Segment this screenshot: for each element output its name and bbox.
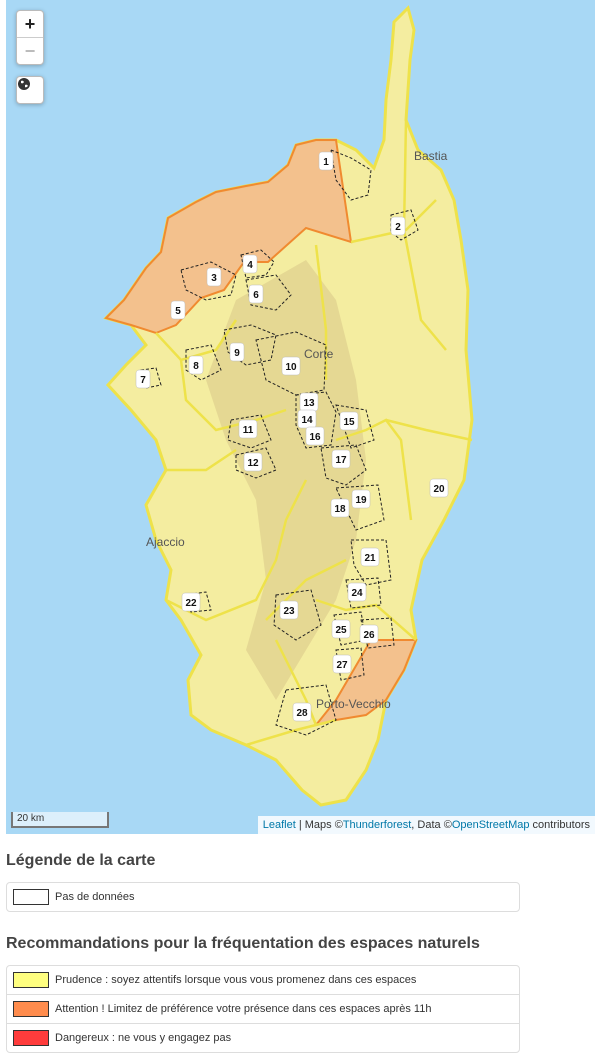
legend-row-no-data: Pas de données <box>7 883 519 911</box>
zone-marker[interactable]: 1 <box>318 151 334 171</box>
zone-marker[interactable]: 7 <box>135 369 151 389</box>
zoom-control: + − <box>16 10 44 65</box>
zone-marker-label: 11 <box>243 425 254 436</box>
zone-marker[interactable]: 4 <box>242 254 258 274</box>
zone-marker-label: 20 <box>433 484 445 495</box>
zone-marker-label: 25 <box>335 625 347 636</box>
prudence-swatch <box>13 972 49 988</box>
zone-marker[interactable]: 14 <box>297 409 317 429</box>
zone-marker-label: 14 <box>301 415 313 426</box>
zone-marker[interactable]: 3 <box>206 267 222 287</box>
layers-button[interactable] <box>16 76 44 104</box>
thunderforest-link[interactable]: Thunderforest <box>343 819 411 831</box>
zone-marker-label: 23 <box>283 606 295 617</box>
legend-box: Pas de données <box>6 882 520 912</box>
city-ajaccio: Ajaccio <box>146 535 185 549</box>
zone-marker-label: 8 <box>193 361 199 372</box>
zone-marker-label: 5 <box>175 306 181 317</box>
recommendations-title: Recommandations pour la fréquentation de… <box>6 935 480 952</box>
zone-marker[interactable]: 19 <box>351 489 371 509</box>
zone-marker[interactable]: 8 <box>188 355 204 375</box>
zone-marker-label: 13 <box>303 398 315 409</box>
zoom-in-button[interactable]: + <box>17 11 43 38</box>
legend-label: Attention ! Limitez de préférence votre … <box>55 1003 432 1015</box>
zone-marker-label: 1 <box>323 157 329 168</box>
dangereux-swatch <box>13 1030 49 1046</box>
city-corte: Corte <box>304 347 334 361</box>
attribution-text-1: | Maps © <box>295 819 343 831</box>
zone-marker-label: 12 <box>247 458 259 469</box>
zone-marker-label: 16 <box>309 432 321 443</box>
zone-marker[interactable]: 26 <box>359 624 379 644</box>
city-porto-vecchio: Porto-Vecchio <box>316 697 391 711</box>
zone-marker[interactable]: 24 <box>347 582 367 602</box>
zone-marker[interactable]: 9 <box>229 342 245 362</box>
zone-marker[interactable]: 13 <box>299 392 319 412</box>
zone-marker[interactable]: 28 <box>292 702 312 722</box>
zone-marker-label: 27 <box>336 660 348 671</box>
leaflet-link[interactable]: Leaflet <box>263 819 296 831</box>
zone-marker-label: 3 <box>211 273 217 284</box>
legend-label: Prudence : soyez attentifs lorsque vous … <box>55 974 417 986</box>
zone-marker-label: 6 <box>253 290 259 301</box>
zone-marker-label: 10 <box>285 362 297 373</box>
zone-marker-label: 2 <box>395 222 401 233</box>
zone-marker[interactable]: 17 <box>331 449 351 469</box>
zone-marker-label: 28 <box>296 708 308 719</box>
zone-marker-label: 26 <box>363 630 375 641</box>
zone-marker-label: 18 <box>334 504 346 515</box>
zone-marker[interactable]: 25 <box>331 619 351 639</box>
zone-marker-label: 7 <box>140 375 146 386</box>
zone-marker[interactable]: 18 <box>330 498 350 518</box>
legend-label: Pas de données <box>55 891 135 903</box>
attribution-text-3: contributors <box>529 819 590 831</box>
zone-marker[interactable]: 23 <box>279 600 299 620</box>
zone-marker[interactable]: 2 <box>390 216 406 236</box>
zone-marker[interactable]: 10 <box>281 356 301 376</box>
attribution-text-2: , Data © <box>411 819 452 831</box>
zone-marker-label: 24 <box>351 588 363 599</box>
zone-marker[interactable]: 27 <box>332 654 352 674</box>
city-bastia: Bastia <box>414 149 448 163</box>
zone-marker-label: 17 <box>335 455 347 466</box>
zone-marker[interactable]: 15 <box>339 411 359 431</box>
map-attribution: Leaflet | Maps ©Thunderforest, Data ©Ope… <box>257 816 595 834</box>
zone-marker-label: 15 <box>343 417 355 428</box>
zone-marker[interactable]: 12 <box>243 452 263 472</box>
recommendations-box: Prudence : soyez attentifs lorsque vous … <box>6 965 520 1053</box>
no-data-swatch <box>13 889 49 905</box>
zone-marker-label: 21 <box>364 553 376 564</box>
legend-label: Dangereux : ne vous y engagez pas <box>55 1032 232 1044</box>
zone-marker[interactable]: 5 <box>170 300 186 320</box>
legend-row-dangereux: Dangereux : ne vous y engagez pas <box>7 1023 519 1052</box>
legend-row-prudence: Prudence : soyez attentifs lorsque vous … <box>7 966 519 994</box>
legend-row-attention: Attention ! Limitez de préférence votre … <box>7 994 519 1023</box>
legend-title: Légende de la carte <box>6 852 156 869</box>
attention-swatch <box>13 1001 49 1017</box>
globe-icon <box>18 78 30 90</box>
zone-marker[interactable]: 16 <box>305 426 325 446</box>
zone-marker-label: 9 <box>234 348 240 359</box>
zone-marker-label: 19 <box>355 495 367 506</box>
map-view[interactable]: Bastia Corte Ajaccio Porto-Vecchio 12345… <box>6 0 595 834</box>
zone-marker-label: 4 <box>247 260 253 271</box>
map-canvas: Bastia Corte Ajaccio Porto-Vecchio 12345… <box>103 5 474 807</box>
zone-marker[interactable]: 11 <box>238 419 258 439</box>
zone-marker[interactable]: 20 <box>429 478 449 498</box>
osm-link[interactable]: OpenStreetMap <box>452 819 530 831</box>
zone-marker[interactable]: 22 <box>181 592 201 612</box>
scale-bar: 20 km <box>11 812 109 828</box>
zone-marker[interactable]: 21 <box>360 547 380 567</box>
zoom-out-button[interactable]: − <box>17 38 43 64</box>
zone-marker[interactable]: 6 <box>248 284 264 304</box>
zone-marker-label: 22 <box>185 598 197 609</box>
